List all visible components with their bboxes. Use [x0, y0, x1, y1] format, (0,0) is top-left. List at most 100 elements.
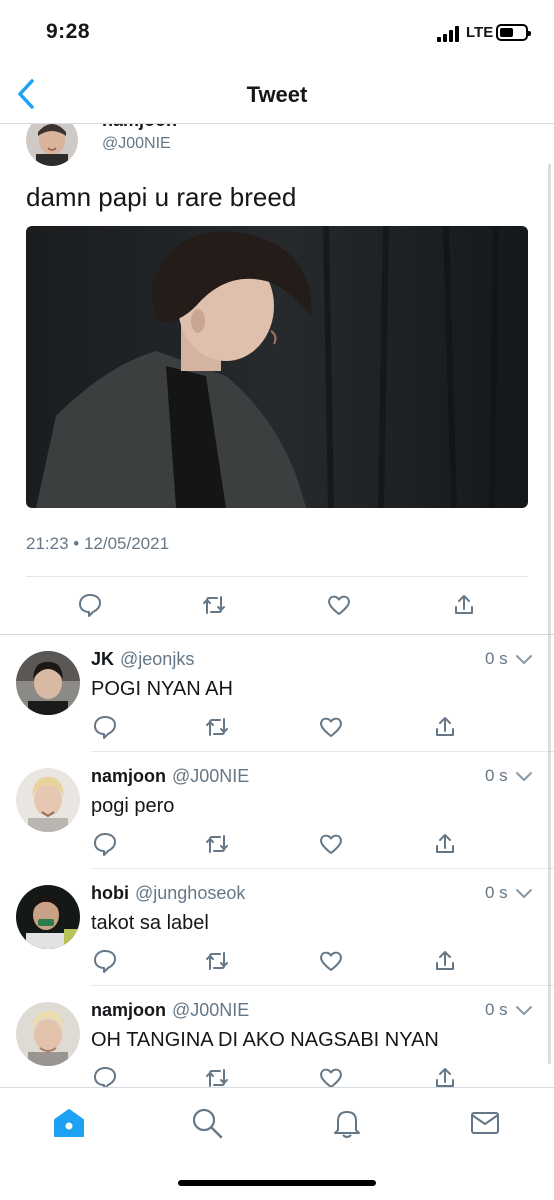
reply-time: 0 s — [485, 883, 508, 902]
reply-text: OH TANGINA DI AKO NAGSABI NYAN — [91, 1029, 439, 1051]
reply-text: pogi pero — [91, 795, 175, 817]
share-icon — [455, 595, 473, 614]
nav-bar: Tweet — [0, 66, 554, 124]
tweet-text: damn papi u rare breed — [26, 182, 297, 212]
author-handle[interactable]: @jeonjks — [120, 649, 194, 669]
retweet-icon — [206, 718, 228, 736]
reply-button[interactable] — [92, 948, 118, 974]
author-name[interactable]: JK — [91, 649, 114, 669]
more-options-button[interactable] — [514, 768, 534, 786]
reply-text: POGI NYAN AH — [91, 678, 233, 700]
tweet-timestamp: 21:23 • 12/05/2021 — [26, 534, 170, 553]
tweet-thread[interactable]: namjoon @J00NIE damn papi u rare breed — [0, 124, 554, 1087]
reply-tweet[interactable]: JK @jeonjks 0 s POGI NYAN AH — [0, 635, 554, 752]
reply-tweet[interactable]: namjoon @J00NIE 0 s pogi pero — [0, 752, 554, 869]
chevron-down-icon — [516, 772, 532, 781]
retweet-button[interactable] — [204, 831, 230, 857]
divider — [26, 576, 528, 577]
home-indicator[interactable] — [178, 1180, 376, 1186]
share-icon — [436, 951, 454, 970]
reply-author[interactable]: hobi @junghoseok — [91, 883, 245, 904]
chevron-down-icon — [516, 889, 532, 898]
avatar[interactable] — [16, 768, 80, 832]
like-icon — [328, 595, 350, 615]
status-time: 9:28 — [46, 20, 91, 43]
reply-button[interactable] — [92, 1065, 118, 1087]
reply-icon — [94, 833, 116, 856]
author-handle[interactable]: @J00NIE — [172, 1000, 249, 1020]
mail-icon — [471, 1112, 499, 1134]
status-bar: 9:28 LTE — [0, 0, 554, 66]
share-button[interactable] — [432, 831, 458, 857]
tab-notifications[interactable] — [330, 1106, 364, 1140]
author-name[interactable]: hobi — [91, 883, 129, 903]
reply-author[interactable]: namjoon @J00NIE — [91, 766, 249, 787]
retweet-icon — [206, 952, 228, 970]
reply-icon — [94, 950, 116, 973]
retweet-button[interactable] — [201, 592, 227, 618]
reply-tweet[interactable]: hobi @junghoseok 0 s takot sa label — [0, 869, 554, 986]
author-handle[interactable]: @J00NIE — [102, 135, 171, 153]
chevron-down-icon — [516, 1006, 532, 1015]
reply-time: 0 s — [485, 766, 508, 785]
like-icon — [320, 1068, 342, 1087]
more-options-button[interactable] — [514, 885, 534, 903]
share-icon — [436, 1068, 454, 1087]
reply-time: 0 s — [485, 649, 508, 668]
retweet-icon — [206, 835, 228, 853]
reply-time: 0 s — [485, 1000, 508, 1019]
author-name[interactable]: namjoon — [91, 766, 166, 786]
like-icon — [320, 951, 342, 971]
more-options-button[interactable] — [514, 651, 534, 669]
reply-icon — [94, 716, 116, 739]
share-button[interactable] — [451, 592, 477, 618]
like-button[interactable] — [318, 948, 344, 974]
share-button[interactable] — [432, 1065, 458, 1087]
more-options-button[interactable] — [514, 1002, 534, 1020]
home-icon — [54, 1109, 84, 1137]
chevron-down-icon — [516, 655, 532, 664]
avatar[interactable] — [16, 651, 80, 715]
reply-button[interactable] — [92, 714, 118, 740]
reply-icon — [79, 594, 101, 617]
like-icon — [320, 834, 342, 854]
share-button[interactable] — [432, 948, 458, 974]
like-icon — [320, 717, 342, 737]
battery-icon — [496, 24, 531, 41]
reply-tweet[interactable]: namjoon @J00NIE 0 s OH TANGINA DI AKO NAGSA… — [0, 986, 554, 1087]
scrollbar[interactable] — [548, 164, 551, 1064]
reply-button[interactable] — [77, 592, 103, 618]
avatar[interactable] — [16, 885, 80, 949]
reply-text: takot sa label — [91, 912, 209, 934]
network-label: LTE — [466, 24, 494, 41]
reply-button[interactable] — [92, 831, 118, 857]
tab-search[interactable] — [190, 1106, 224, 1140]
retweet-icon — [206, 1069, 228, 1087]
bell-icon — [334, 1111, 360, 1138]
reply-author[interactable]: JK @jeonjks — [91, 649, 194, 670]
reply-icon — [94, 1067, 116, 1087]
tab-home[interactable] — [52, 1106, 86, 1140]
retweet-button[interactable] — [204, 1065, 230, 1087]
author-handle[interactable]: @J00NIE — [172, 766, 249, 786]
tweet-photo[interactable] — [26, 226, 528, 508]
signal-icon — [437, 26, 461, 42]
like-button[interactable] — [318, 714, 344, 740]
like-button[interactable] — [318, 1065, 344, 1087]
author-handle[interactable]: @junghoseok — [135, 883, 245, 903]
share-icon — [436, 717, 454, 736]
like-button[interactable] — [318, 831, 344, 857]
share-icon — [436, 834, 454, 853]
author-avatar[interactable] — [26, 124, 78, 166]
author-name[interactable]: namjoon — [91, 1000, 166, 1020]
retweet-icon — [203, 596, 225, 614]
avatar[interactable] — [16, 1002, 80, 1066]
retweet-button[interactable] — [204, 948, 230, 974]
page-title: Tweet — [246, 82, 308, 107]
retweet-button[interactable] — [204, 714, 230, 740]
tab-messages[interactable] — [468, 1106, 502, 1140]
reply-author[interactable]: namjoon @J00NIE — [91, 1000, 249, 1021]
like-button[interactable] — [326, 592, 352, 618]
share-button[interactable] — [432, 714, 458, 740]
author-name[interactable]: namjoon — [102, 124, 177, 131]
